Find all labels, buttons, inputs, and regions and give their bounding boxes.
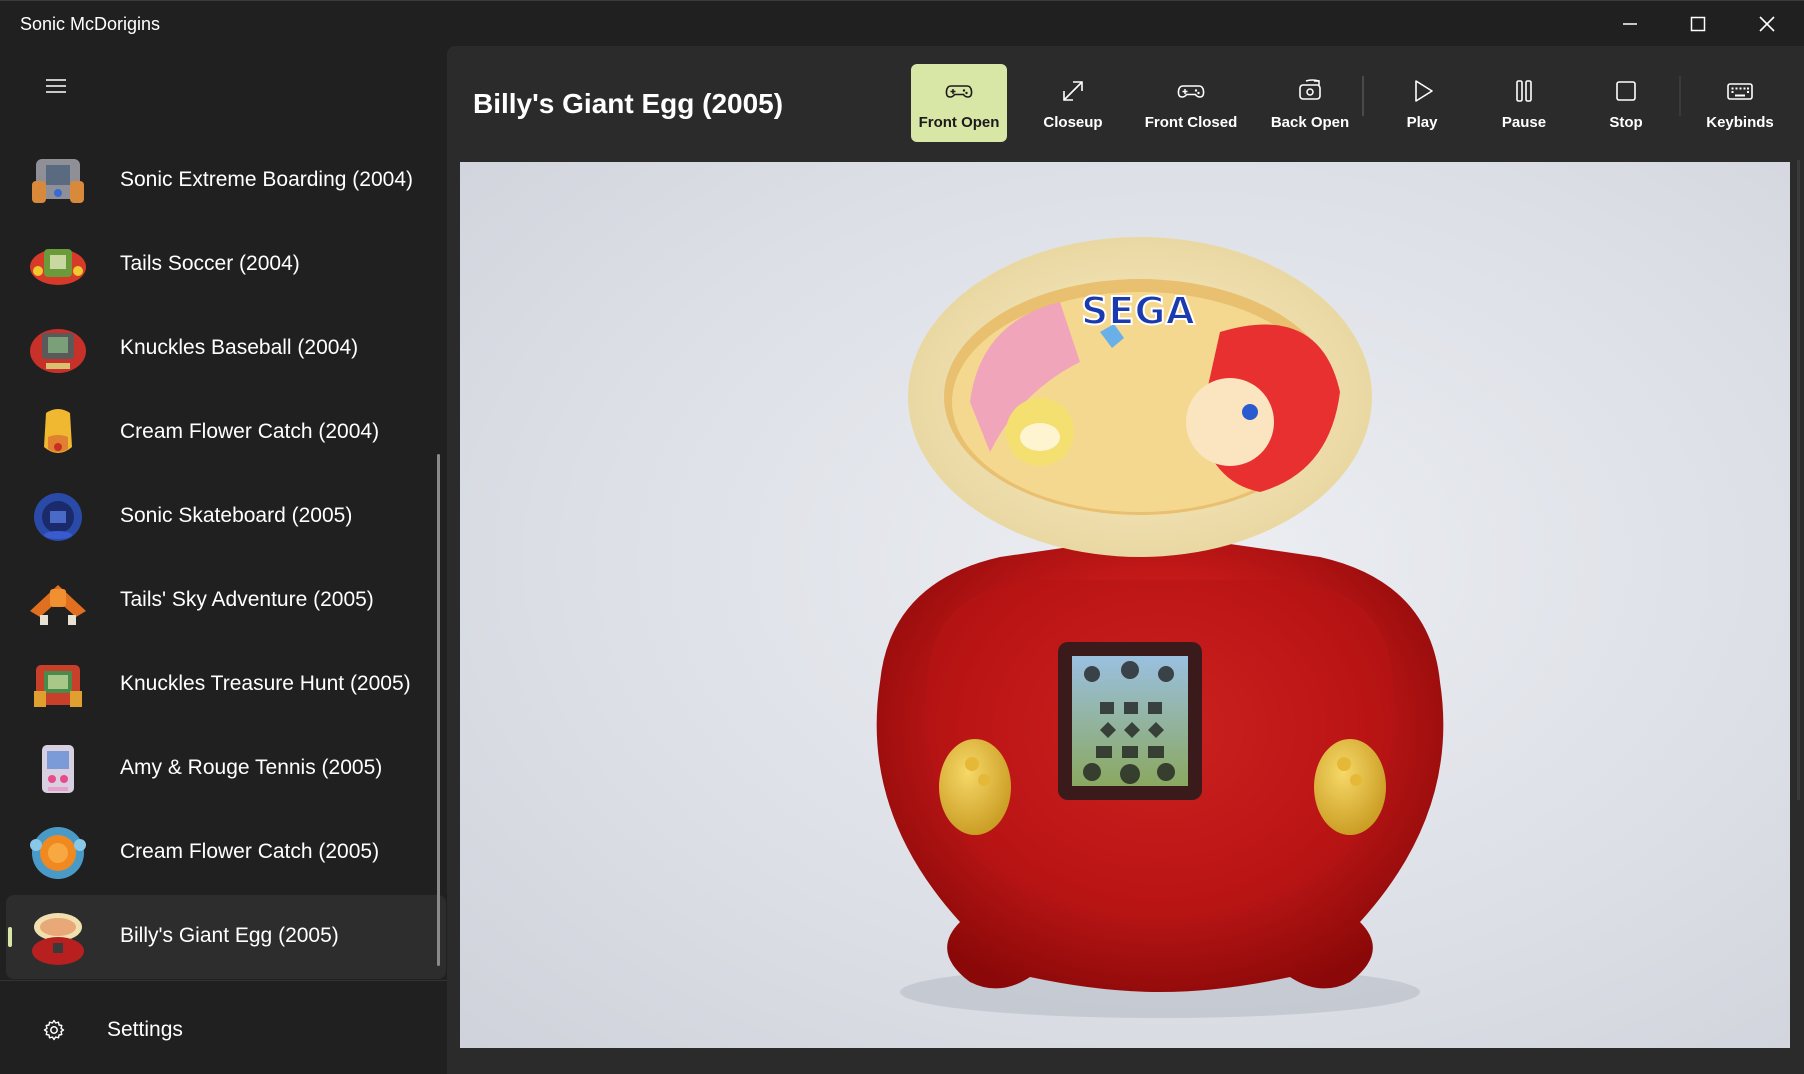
handheld-thumbnail-icon — [32, 913, 84, 965]
handheld-thumbnail-icon — [32, 159, 84, 203]
handheld-thumbnail-icon — [42, 745, 74, 793]
hamburger-icon — [46, 79, 66, 93]
command-label: Front Open — [918, 114, 1000, 131]
close-icon — [1759, 16, 1775, 32]
command-label: Keybinds — [1706, 114, 1774, 131]
keyboard-icon — [1727, 83, 1753, 100]
nav-item-label: Sonic Extreme Boarding (2004) — [120, 168, 413, 191]
command-label: Stop — [1609, 114, 1643, 131]
nav-item-cream-flower-catch-2004[interactable]: Cream Flower Catch (2004) — [6, 391, 446, 475]
nav-item-billys-giant-egg[interactable]: Billy's Giant Egg (2005) — [6, 895, 446, 979]
gamepad-icon — [1177, 85, 1205, 98]
nav-item-label: Cream Flower Catch (2004) — [120, 420, 380, 443]
nav-item-sonic-extreme-boarding[interactable]: Sonic Extreme Boarding (2004) — [6, 139, 446, 223]
minimize-icon — [1623, 23, 1637, 25]
command-label: Closeup — [1043, 114, 1103, 131]
command-label: Back Open — [1270, 114, 1350, 131]
nav-item-amy-rouge-tennis[interactable]: Amy & Rouge Tennis (2005) — [6, 727, 446, 811]
handheld-thumbnail-icon — [30, 249, 86, 285]
settings-label: Settings — [107, 1018, 183, 1041]
command-bar: Front Open Closeup Front Closed Back Ope… — [447, 46, 1804, 162]
pause-button[interactable]: Pause — [1481, 64, 1567, 142]
handheld-thumbnail-icon — [30, 585, 86, 625]
maximize-icon — [1690, 16, 1706, 32]
command-separator — [1362, 76, 1364, 116]
stop-button[interactable]: Stop — [1583, 64, 1669, 142]
stop-icon — [1616, 81, 1636, 101]
front-open-button[interactable]: Front Open — [911, 64, 1007, 142]
handheld-thumbnail-icon — [34, 493, 82, 541]
sidebar-divider — [0, 980, 447, 981]
closeup-button[interactable]: Closeup — [1025, 64, 1121, 142]
selection-indicator — [8, 927, 12, 947]
photo-logo: SEGA — [1081, 289, 1196, 333]
nav-item-tails-soccer[interactable]: Tails Soccer (2004) — [6, 223, 446, 307]
play-button[interactable]: Play — [1379, 64, 1465, 142]
nav-item-label: Knuckles Baseball (2004) — [120, 336, 359, 359]
handheld-thumbnail-icon — [34, 665, 82, 707]
command-label: Play — [1406, 114, 1438, 131]
command-label: Front Closed — [1144, 114, 1238, 131]
window-edge-scrollbar — [1797, 160, 1800, 800]
handheld-thumbnail-icon — [30, 329, 86, 373]
gear-icon — [43, 1019, 65, 1041]
rotate-gamepad-icon — [1299, 79, 1321, 100]
pause-icon — [1516, 80, 1532, 102]
nav-item-label: Billy's Giant Egg (2005) — [120, 924, 339, 947]
back-open-button[interactable]: Back Open — [1257, 64, 1363, 142]
nav-item-sonic-skateboard[interactable]: Sonic Skateboard (2005) — [6, 475, 446, 559]
game-list: Sonic Extreme Boarding (2004) Tails Socc… — [0, 139, 447, 979]
nav-item-tails-sky-adventure[interactable]: Tails' Sky Adventure (2005) — [6, 559, 446, 643]
maximize-button[interactable] — [1664, 1, 1732, 47]
nav-item-knuckles-baseball[interactable]: Knuckles Baseball (2004) — [6, 307, 446, 391]
front-closed-button[interactable]: Front Closed — [1131, 64, 1251, 142]
play-icon — [1415, 80, 1433, 102]
title-bar: Sonic McDorigins — [0, 0, 1804, 46]
nav-item-knuckles-treasure-hunt[interactable]: Knuckles Treasure Hunt (2005) — [6, 643, 446, 727]
expand-icon — [1063, 81, 1083, 101]
handheld-photo: SEGA — [876, 237, 1444, 1018]
content-area: Billy's Giant Egg (2005) Front Open Clos… — [447, 46, 1804, 1074]
nav-item-label: Tails Soccer (2004) — [120, 252, 300, 275]
sidebar-scrollbar[interactable] — [437, 454, 440, 966]
nav-item-label: Sonic Skateboard (2005) — [120, 504, 353, 527]
handheld-thumbnail-icon — [44, 409, 72, 453]
handheld-thumbnail-icon — [30, 827, 86, 879]
nav-item-label: Tails' Sky Adventure (2005) — [120, 588, 374, 611]
command-label: Pause — [1501, 114, 1547, 131]
settings-nav-item[interactable]: Settings — [6, 1000, 446, 1060]
nav-item-cream-flower-catch-2005[interactable]: Cream Flower Catch (2005) — [6, 811, 446, 895]
game-photo-viewer[interactable]: SEGA — [460, 162, 1790, 1048]
nav-item-label: Cream Flower Catch (2005) — [120, 840, 380, 863]
hamburger-menu-button[interactable] — [34, 64, 78, 108]
gamepad-icon — [945, 85, 973, 98]
keybinds-button[interactable]: Keybinds — [1685, 64, 1795, 142]
navigation-pane: Sonic Extreme Boarding (2004) Tails Socc… — [0, 46, 447, 1074]
minimize-button[interactable] — [1596, 1, 1664, 47]
app-title: Sonic McDorigins — [20, 14, 161, 34]
command-separator — [1679, 76, 1681, 116]
nav-item-label: Amy & Rouge Tennis (2005) — [120, 756, 383, 779]
nav-item-label: Knuckles Treasure Hunt (2005) — [120, 672, 411, 695]
close-button[interactable] — [1733, 1, 1801, 47]
